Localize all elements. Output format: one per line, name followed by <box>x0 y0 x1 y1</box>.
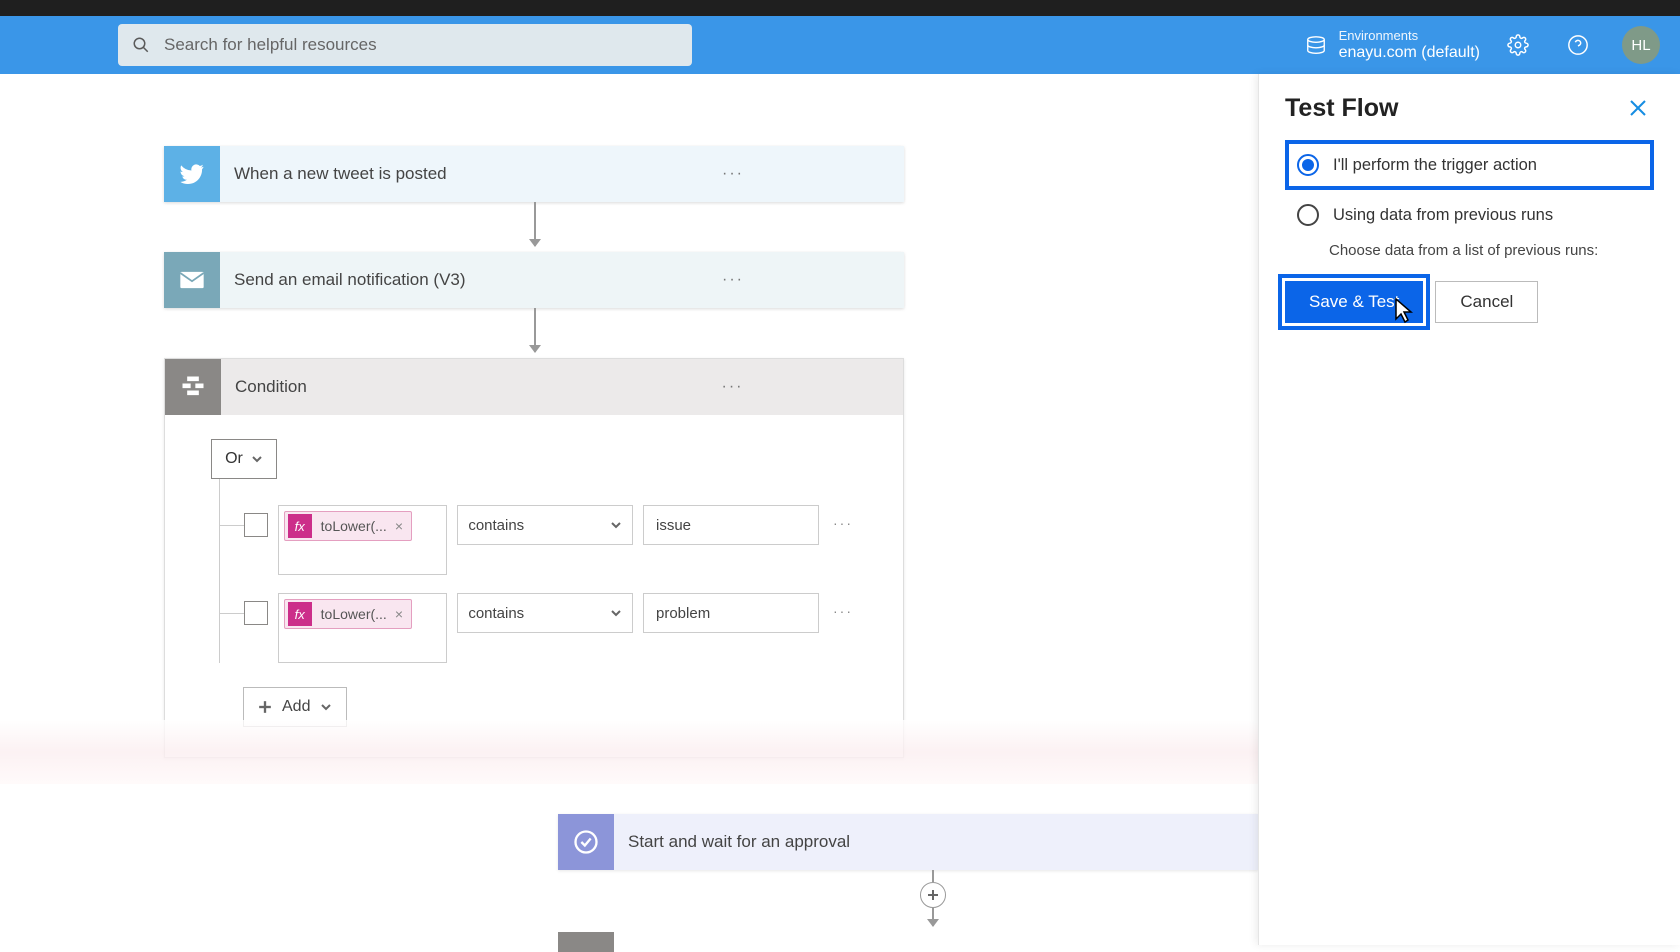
condition-rule-row: fx toLower(... × contains ··· <box>244 505 857 575</box>
help-button[interactable] <box>1556 23 1600 67</box>
environment-label: Environments <box>1339 28 1480 44</box>
card-more-button[interactable]: ··· <box>562 146 904 202</box>
card-stub <box>558 932 1258 952</box>
connector-arrow <box>932 908 934 926</box>
app-header: Environments enayu.com (default) HL <box>0 16 1680 74</box>
approval-title: Start and wait for an approval <box>614 814 1258 870</box>
email-action-title: Send an email notification (V3) <box>220 252 562 308</box>
radio-indicator <box>1297 204 1319 226</box>
action-card-approval[interactable]: Start and wait for an approval <box>558 814 1258 870</box>
chevron-down-icon <box>610 607 622 619</box>
action-card-email[interactable]: Send an email notification (V3) ··· <box>164 252 904 308</box>
radio-label: Using data from previous runs <box>1333 206 1553 225</box>
avatar[interactable]: HL <box>1622 26 1660 64</box>
connector-arrow <box>534 202 536 246</box>
connector-line <box>932 870 934 882</box>
condition-card: Condition ··· Or fx toLower(... × <box>164 358 904 758</box>
panel-title: Test Flow <box>1285 94 1398 123</box>
expression-field[interactable]: fx toLower(... × <box>278 505 448 575</box>
settings-button[interactable] <box>1496 23 1540 67</box>
error-band <box>0 720 1258 784</box>
condition-header[interactable]: Condition ··· <box>165 359 903 415</box>
radio-perform-trigger[interactable]: I'll perform the trigger action <box>1285 140 1654 190</box>
button-label: Cancel <box>1460 292 1513 312</box>
card-more-button[interactable]: ··· <box>562 359 903 415</box>
test-flow-panel: Test Flow I'll perform the trigger actio… <box>1258 74 1680 945</box>
expression-token: fx toLower(... × <box>284 511 412 541</box>
value-input[interactable] <box>643 505 819 545</box>
rule-more-button[interactable]: ··· <box>829 505 857 531</box>
add-step-button[interactable] <box>920 882 946 908</box>
fx-icon: fx <box>288 602 312 626</box>
twitter-icon <box>164 146 220 202</box>
expression-text: toLower(... <box>315 518 391 534</box>
expression-field[interactable]: fx toLower(... × <box>278 593 448 663</box>
radio-previous-runs[interactable]: Using data from previous runs <box>1285 190 1654 240</box>
environment-icon <box>1305 34 1327 56</box>
close-icon <box>1629 99 1647 117</box>
operator-label: contains <box>468 605 524 622</box>
search-box[interactable] <box>118 24 692 66</box>
group-operator-select[interactable]: Or <box>211 439 277 479</box>
chevron-down-icon <box>610 519 622 531</box>
trigger-title: When a new tweet is posted <box>220 146 562 202</box>
environment-value: enayu.com (default) <box>1339 43 1480 62</box>
rule-more-button[interactable]: ··· <box>829 593 857 619</box>
cancel-button[interactable]: Cancel <box>1435 281 1538 323</box>
rule-checkbox[interactable] <box>244 513 268 537</box>
condition-icon <box>558 932 614 952</box>
button-label: Save & Test <box>1309 292 1399 312</box>
condition-icon <box>165 359 221 415</box>
expression-text: toLower(... <box>315 606 391 622</box>
fx-icon: fx <box>288 514 312 538</box>
mail-icon <box>164 252 220 308</box>
radio-indicator <box>1297 154 1319 176</box>
help-icon <box>1567 34 1589 56</box>
radio-subtext: Choose data from a list of previous runs… <box>1329 242 1654 259</box>
connector-arrow <box>534 308 536 352</box>
search-input[interactable] <box>164 35 678 55</box>
close-panel-button[interactable] <box>1622 92 1654 124</box>
operator-select[interactable]: contains <box>457 505 633 545</box>
condition-title: Condition <box>221 359 562 415</box>
chevron-down-icon <box>320 701 332 713</box>
plus-icon <box>258 700 272 714</box>
value-input[interactable] <box>643 593 819 633</box>
operator-label: contains <box>468 517 524 534</box>
browser-chrome-stub <box>0 0 1680 16</box>
save-and-test-button[interactable]: Save & Test <box>1285 281 1423 323</box>
card-more-button[interactable]: ··· <box>562 252 904 308</box>
search-icon <box>132 36 150 54</box>
remove-token-button[interactable]: × <box>391 518 411 534</box>
operator-select[interactable]: contains <box>457 593 633 633</box>
group-operator-label: Or <box>225 450 243 468</box>
expression-token: fx toLower(... × <box>284 599 412 629</box>
trigger-card-twitter[interactable]: When a new tweet is posted ··· <box>164 146 904 202</box>
chevron-down-icon <box>251 453 263 465</box>
environment-picker[interactable]: Environments enayu.com (default) <box>1305 28 1480 63</box>
rule-checkbox[interactable] <box>244 601 268 625</box>
condition-rule-row: fx toLower(... × contains ··· <box>244 593 857 663</box>
remove-token-button[interactable]: × <box>391 606 411 622</box>
approval-icon <box>558 814 614 870</box>
radio-label: I'll perform the trigger action <box>1333 156 1537 175</box>
add-label: Add <box>282 698 310 716</box>
plus-icon <box>927 889 939 901</box>
gear-icon <box>1507 34 1529 56</box>
